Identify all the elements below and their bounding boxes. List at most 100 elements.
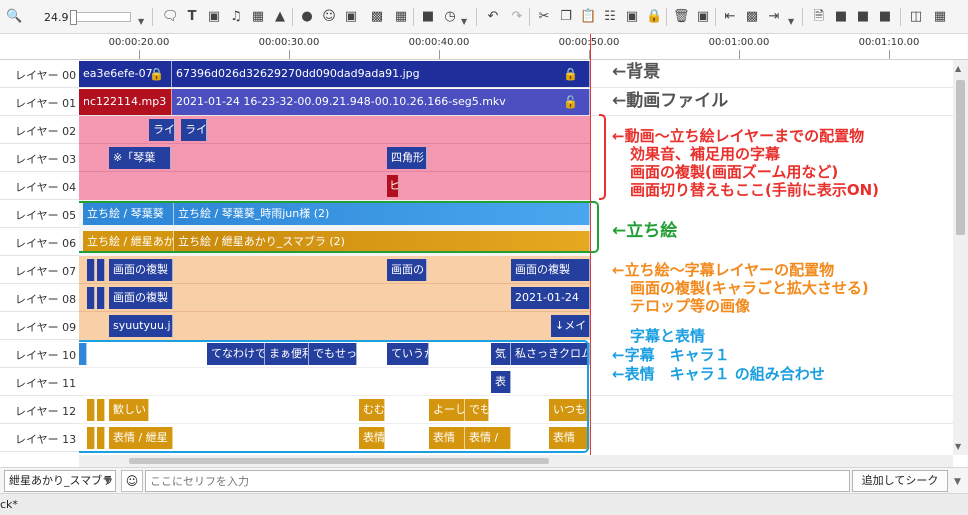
text-icon[interactable]: T: [184, 9, 200, 25]
layer-header-03[interactable]: レイヤー 03: [0, 144, 79, 172]
timeline-tracks[interactable]: ea3e6efe-07 🔒 67396d026d32629270dd090dad…: [79, 60, 968, 455]
expression-clip[interactable]: 表: [491, 371, 511, 393]
comment-icon[interactable]: 🗨: [162, 9, 179, 25]
layer-header-11[interactable]: レイヤー 11: [0, 368, 79, 396]
small-clip[interactable]: [87, 399, 95, 421]
split-icon[interactable]: ▩: [744, 9, 760, 25]
tachie-clip[interactable]: 立ち絵 / 紲星あかり_スマブラ (2): [174, 231, 590, 253]
screen-copy-clip[interactable]: 画面の複製: [109, 287, 173, 309]
video-clip[interactable]: 2021-01-24: [511, 287, 590, 309]
subtitle-clip[interactable]: でもせっ: [309, 343, 357, 365]
clock-icon[interactable]: ◷: [442, 9, 458, 25]
text-clip[interactable]: ライ: [181, 119, 207, 141]
scroll-down-icon[interactable]: ▼: [955, 442, 961, 451]
frame-icon[interactable]: ▣: [624, 9, 640, 25]
layer-header-01[interactable]: レイヤー 01: [0, 88, 79, 116]
small-clip[interactable]: [87, 287, 95, 309]
small-clip[interactable]: [97, 259, 105, 281]
audio-clip[interactable]: nc122114.mp3: [79, 89, 172, 115]
layer-header-13[interactable]: レイヤー 13: [0, 424, 79, 452]
background-image-clip[interactable]: 67396d026d32629270dd090dad9ada91.jpg: [172, 61, 590, 87]
subtitle-clip[interactable]: よーし: [429, 399, 465, 421]
shape-clip[interactable]: 四角形: [387, 147, 427, 169]
screen-copy-clip[interactable]: 画面の複製: [511, 259, 590, 281]
subtitle-clip[interactable]: 気: [491, 343, 511, 365]
lock-icon[interactable]: 🔒: [563, 67, 578, 81]
layer-header-06[interactable]: レイヤー 06: [0, 228, 79, 256]
layer-header-10[interactable]: レイヤー 10: [0, 340, 79, 368]
lock-icon[interactable]: 🔒: [149, 67, 164, 81]
layer-header-05[interactable]: レイヤー 05: [0, 200, 79, 228]
layer-header-02[interactable]: レイヤー 02: [0, 116, 79, 144]
small-clip[interactable]: [87, 427, 95, 449]
vertical-scrollbar-thumb[interactable]: [956, 80, 965, 235]
subtitle-clip[interactable]: 私さっきクロム: [511, 343, 590, 365]
playhead[interactable]: [590, 34, 591, 455]
layer-header-08[interactable]: レイヤー 08: [0, 284, 79, 312]
file-new-icon[interactable]: 🗎: [811, 9, 827, 25]
image-icon[interactable]: ▦: [250, 9, 266, 25]
picture-icon[interactable]: ▣: [343, 9, 359, 25]
horizontal-scrollbar-thumb[interactable]: [129, 458, 549, 464]
expression-clip[interactable]: 表情: [549, 427, 590, 449]
subtitle-clip[interactable]: まぁ便利: [265, 343, 309, 365]
layer-header-00[interactable]: レイヤー 00: [0, 60, 79, 88]
telop-clip[interactable]: ↓メイ: [551, 315, 590, 337]
subtitle-clip[interactable]: むむ: [359, 399, 385, 421]
subtitle-clip[interactable]: 歓しい: [109, 399, 149, 421]
cut-icon[interactable]: ✂: [536, 9, 552, 25]
expression-clip[interactable]: 表情: [429, 427, 465, 449]
delete-all-icon[interactable]: ▣: [695, 9, 711, 25]
undo-icon[interactable]: ↶: [485, 9, 501, 25]
lock-icon[interactable]: 🔒: [646, 9, 662, 25]
subtitle-clip[interactable]: てなわけで: [207, 343, 265, 365]
unlock-icon[interactable]: 🔓: [563, 95, 578, 109]
more-icon[interactable]: ▦: [932, 9, 948, 25]
layer-header-09[interactable]: レイヤー 09: [0, 312, 79, 340]
save-as-icon[interactable]: ■: [877, 9, 893, 25]
serif-input[interactable]: [145, 470, 850, 492]
small-clip[interactable]: [97, 399, 105, 421]
small-clip[interactable]: [87, 259, 95, 281]
file-add-icon[interactable]: ■: [833, 9, 849, 25]
small-clip[interactable]: [97, 427, 105, 449]
timeline-ruler[interactable]: 00:00:20.00 00:00:30.00 00:00:40.00 00:0…: [79, 34, 968, 60]
layout-icon[interactable]: ◫: [908, 9, 924, 25]
text-clip[interactable]: ※「琴葉: [109, 147, 171, 169]
person-icon[interactable]: ●: [299, 9, 315, 25]
scroll-up-icon[interactable]: ▲: [955, 64, 961, 73]
export-icon[interactable]: ☷: [602, 9, 618, 25]
add-and-seek-button[interactable]: 追加してシーク: [852, 470, 948, 492]
image-add-icon[interactable]: ▩: [369, 9, 385, 25]
folder-icon[interactable]: ■: [855, 9, 871, 25]
subtitle-clip[interactable]: でも: [465, 399, 489, 421]
horizontal-scrollbar[interactable]: [79, 455, 953, 467]
zoom-slider-thumb[interactable]: [70, 10, 77, 25]
tachie-clip[interactable]: 立ち絵 / 紲星あか: [83, 231, 174, 253]
zoom-slider[interactable]: [70, 10, 131, 25]
tachie-clip[interactable]: 立ち絵 / 琴葉葵: [83, 203, 174, 225]
text-clip[interactable]: ライ: [149, 119, 175, 141]
effect-clip[interactable]: ヒ: [387, 175, 399, 197]
voice-settings-button[interactable]: ☺: [121, 470, 143, 492]
save-icon[interactable]: ■: [420, 9, 436, 25]
vertical-scrollbar[interactable]: ▲ ▼: [953, 60, 968, 455]
video-icon[interactable]: ▣: [206, 9, 222, 25]
copy-icon[interactable]: ❐: [558, 9, 574, 25]
split-right-icon[interactable]: ⇥: [766, 9, 782, 25]
subtitle-clip[interactable]: いつも: [549, 399, 590, 421]
layer-header-12[interactable]: レイヤー 12: [0, 396, 79, 424]
layer-header-07[interactable]: レイヤー 07: [0, 256, 79, 284]
subtitle-clip[interactable]: ていうか: [387, 343, 429, 365]
clock-dropdown-icon[interactable]: ▼: [461, 17, 467, 26]
small-clip[interactable]: [97, 287, 105, 309]
subtitle-clip[interactable]: [79, 343, 87, 365]
character-select[interactable]: 紲星あかり_スマブラ ▼: [4, 470, 116, 492]
delete-icon[interactable]: 🗑: [673, 9, 690, 25]
shape-icon[interactable]: ▲: [272, 9, 288, 25]
screen-copy-clip[interactable]: 画面の複製: [109, 259, 173, 281]
image-clip[interactable]: syuutyuu.j: [109, 315, 173, 337]
paste-icon[interactable]: 📋: [580, 9, 596, 25]
grid-icon[interactable]: ▦: [393, 9, 409, 25]
redo-icon[interactable]: ↷: [509, 9, 525, 25]
